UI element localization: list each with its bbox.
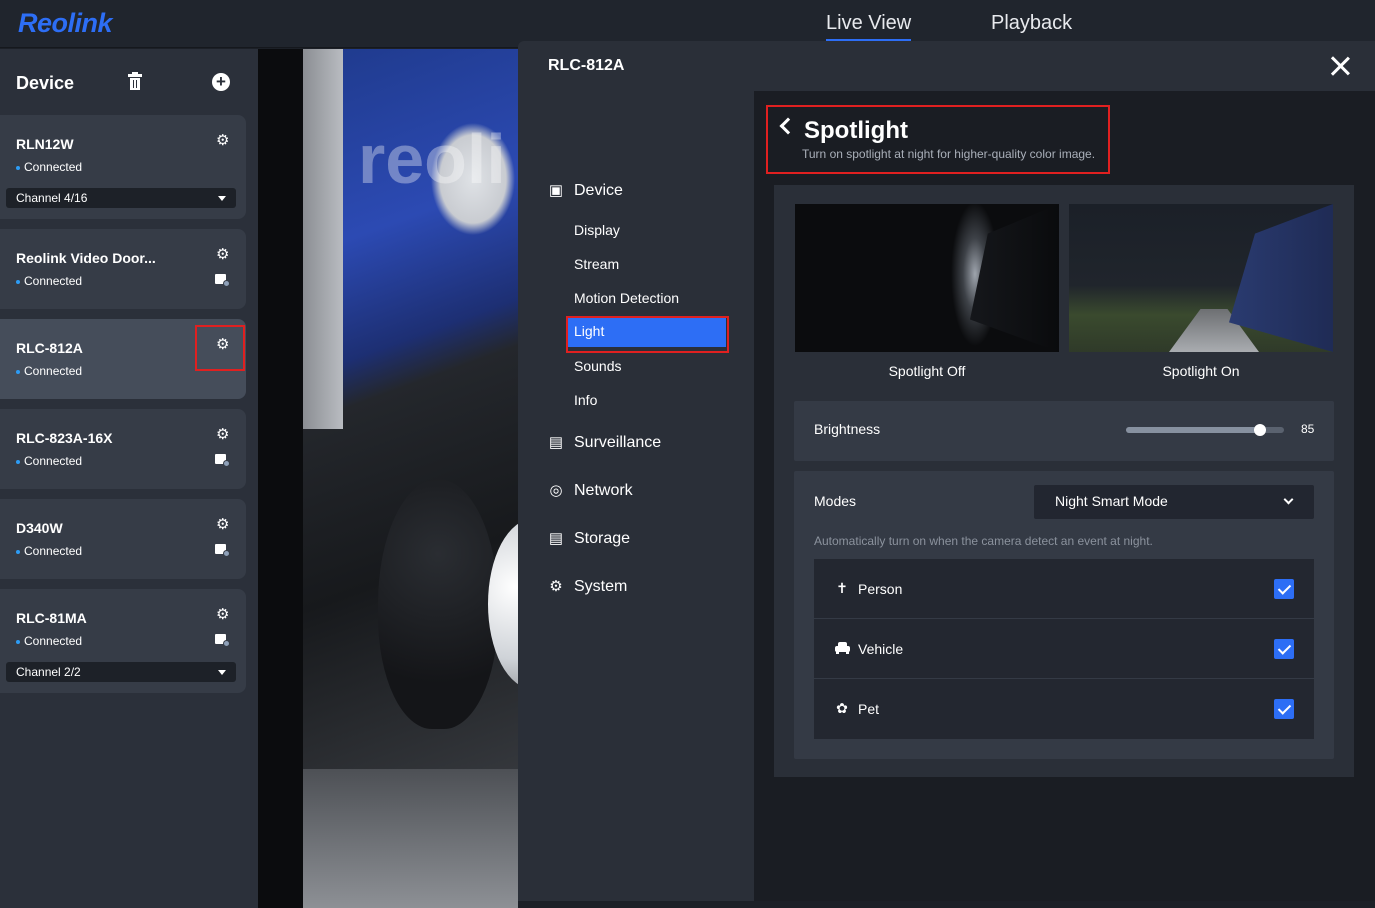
device-name: RLN12W — [16, 136, 74, 152]
settings-content: Spotlight Turn on spotlight at night for… — [754, 91, 1375, 901]
vehicle-checkbox[interactable] — [1274, 639, 1294, 659]
device-name: RLC-81MA — [16, 610, 87, 626]
menu-item-info[interactable]: Info — [574, 392, 597, 408]
highlight-box-gear — [195, 325, 245, 371]
connection-icon — [215, 454, 231, 467]
camera-icon: ▣ — [548, 182, 564, 199]
brightness-label: Brightness — [814, 421, 881, 437]
person-running-icon: ✝ — [836, 580, 848, 596]
video-watermark: reoli — [358, 120, 506, 198]
add-device-button[interactable]: + — [212, 73, 230, 91]
gear-icon: ⚙ — [549, 578, 563, 595]
settings-gear-icon[interactable] — [216, 515, 230, 533]
globe-icon: ◎ — [549, 482, 563, 499]
video-wall — [303, 49, 343, 429]
modes-row: Modes Night Smart Mode Automatically tur… — [794, 471, 1334, 759]
spotlight-off-preview — [795, 204, 1059, 352]
brightness-slider-knob[interactable] — [1254, 424, 1266, 436]
highlight-box-light — [566, 316, 729, 353]
spotlight-off-label: Spotlight Off — [888, 363, 966, 379]
settings-menu: ▣ Device Display Stream Motion Detection … — [518, 91, 754, 901]
settings-gear-icon[interactable] — [216, 245, 230, 263]
device-name: Reolink Video Door... — [16, 250, 156, 266]
paw-icon: ✿ — [836, 700, 848, 716]
modes-note: Automatically turn on when the camera de… — [814, 534, 1153, 548]
device-card-video-doorbell[interactable]: Reolink Video Door... Connected — [0, 229, 246, 309]
settings-gear-icon[interactable] — [216, 605, 230, 623]
device-status: Connected — [16, 274, 82, 288]
menu-group-device[interactable]: ▣ Device — [547, 181, 623, 200]
live-video-feed[interactable]: reoli — [258, 49, 518, 908]
connection-icon — [215, 544, 231, 557]
close-icon[interactable] — [1330, 56, 1350, 76]
device-status: Connected — [16, 634, 82, 648]
option-label: Vehicle — [858, 641, 904, 657]
video-object — [378, 479, 498, 729]
option-vehicle: Vehicle — [814, 619, 1314, 679]
menu-group-network[interactable]: ◎ Network — [547, 481, 632, 500]
device-status: Connected — [16, 454, 82, 468]
menu-item-stream[interactable]: Stream — [574, 256, 619, 272]
option-label: Person — [858, 581, 903, 597]
spotlight-panel: Spotlight Off Spotlight On Brightness 85… — [774, 185, 1354, 777]
detection-options: ✝ Person Vehicle ✿ Pet — [814, 559, 1314, 739]
modal-header: RLC-812A — [518, 41, 1375, 91]
brightness-slider[interactable] — [1126, 424, 1284, 436]
option-person: ✝ Person — [814, 559, 1314, 619]
menu-group-surveillance[interactable]: ▤ Surveillance — [547, 433, 661, 452]
modal-title: RLC-812A — [548, 57, 625, 74]
caret-down-icon — [218, 196, 226, 201]
channel-select[interactable]: Channel 2/2 — [6, 662, 236, 682]
settings-gear-icon[interactable] — [216, 131, 230, 149]
channel-select[interactable]: Channel 4/16 — [6, 188, 236, 208]
device-status: Connected — [16, 364, 82, 378]
device-name: D340W — [16, 520, 63, 536]
device-sidebar: Device + RLN12W Connected Channel 4/16 R… — [0, 49, 258, 908]
brightness-value: 85 — [1301, 422, 1315, 436]
modes-label: Modes — [814, 493, 857, 509]
menu-item-sounds[interactable]: Sounds — [574, 358, 621, 374]
brightness-slider-fill — [1126, 427, 1260, 433]
device-name: RLC-823A-16X — [16, 430, 113, 446]
chevron-down-icon — [1283, 494, 1294, 505]
tab-playback[interactable]: Playback — [991, 12, 1072, 35]
video-floor — [303, 769, 518, 908]
menu-group-storage[interactable]: ▤ Storage — [547, 529, 630, 548]
trash-icon[interactable] — [128, 72, 142, 91]
device-card-rlc-81ma[interactable]: RLC-81MA Connected Channel 2/2 — [0, 589, 246, 693]
device-card-rln12w[interactable]: RLN12W Connected Channel 4/16 — [0, 115, 246, 219]
car-icon — [834, 640, 850, 656]
brightness-row: Brightness 85 — [794, 401, 1334, 461]
connection-icon — [215, 634, 231, 647]
device-card-rlc-823a-16x[interactable]: RLC-823A-16X Connected — [0, 409, 246, 489]
mode-select[interactable]: Night Smart Mode — [1034, 485, 1314, 519]
settings-gear-icon[interactable] — [216, 425, 230, 443]
settings-modal: RLC-812A ▣ Device Display Stream Motion D… — [518, 41, 1375, 901]
option-pet: ✿ Pet — [814, 679, 1314, 739]
monitor-icon: ▤ — [548, 434, 564, 451]
reolink-logo: Reolink — [18, 8, 113, 38]
caret-down-icon — [218, 670, 226, 675]
pet-checkbox[interactable] — [1274, 699, 1294, 719]
device-card-d340w[interactable]: D340W Connected — [0, 499, 246, 579]
menu-item-motion-detection[interactable]: Motion Detection — [574, 290, 679, 306]
tab-live-view[interactable]: Live View — [826, 12, 912, 41]
person-checkbox[interactable] — [1274, 579, 1294, 599]
menu-item-display[interactable]: Display — [574, 222, 620, 238]
sidebar-title: Device — [16, 73, 75, 93]
hard-drive-icon: ▤ — [548, 530, 564, 547]
device-name: RLC-812A — [16, 340, 83, 356]
connection-icon — [215, 274, 231, 287]
option-label: Pet — [858, 701, 880, 717]
menu-group-system[interactable]: ⚙ System — [547, 577, 627, 596]
device-status: Connected — [16, 160, 82, 174]
spotlight-on-preview — [1069, 204, 1333, 352]
spotlight-on-label: Spotlight On — [1162, 363, 1240, 379]
highlight-box-title — [766, 105, 1110, 174]
device-status: Connected — [16, 544, 82, 558]
